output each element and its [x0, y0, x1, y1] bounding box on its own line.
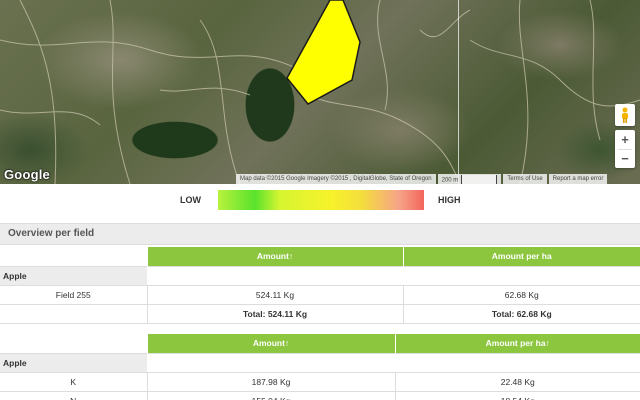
table-row: K 187.98 Kg 22.48 Kg [0, 372, 640, 392]
scale-bar-icon [461, 175, 498, 184]
total-amount-per-ha: Total: 62.68 Kg [402, 304, 640, 324]
map-attribution-bar: Map data ©2015 Google Imagery ©2015 , Di… [236, 174, 640, 184]
zoom-out-button[interactable]: − [615, 150, 635, 169]
group-row: Apple [0, 265, 640, 286]
row-amount-per-ha: 18.54 Kg [394, 391, 640, 400]
total-blank [0, 304, 147, 324]
legend-gradient-bar [218, 190, 424, 210]
table-row: N 155.04 Kg 18.54 Kg [0, 391, 640, 400]
field-polygon [286, 0, 361, 105]
group-row: Apple [0, 352, 640, 373]
map-view[interactable]: Google Map data ©2015 Google Imagery ©20… [0, 0, 640, 184]
zoom-control: + − [615, 130, 635, 168]
map-satellite-imagery [0, 0, 640, 184]
map-scale-label: 200 m [441, 177, 459, 184]
column-header-amount[interactable]: Amount↑ [146, 247, 403, 266]
column-header-amount-per-ha[interactable]: Amount per ha [402, 247, 640, 266]
nutrient-overview-table: Amount↑ Amount per ha↑ Apple K 187.98 Kg… [0, 334, 640, 400]
group-blank [147, 265, 640, 286]
google-logo: Google [4, 167, 50, 182]
header-blank [0, 334, 147, 353]
field-overview-table: Amount↑ Amount per ha Apple Field 255 52… [0, 247, 640, 324]
column-header-amount[interactable]: Amount↑ [146, 334, 395, 353]
row-amount-per-ha: 62.68 Kg [402, 285, 640, 305]
column-header-amount-per-ha[interactable]: Amount per ha↑ [394, 334, 640, 353]
row-amount: 155.04 Kg [146, 391, 395, 400]
terms-of-use-link[interactable]: Terms of Use [503, 174, 547, 184]
zoom-in-button[interactable]: + [615, 130, 635, 149]
table-row: Field 255 524.11 Kg 62.68 Kg [0, 285, 640, 305]
row-name: K [0, 372, 147, 392]
header-blank [0, 247, 147, 266]
legend-low-label: LOW [180, 195, 201, 205]
group-label: Apple [0, 352, 147, 373]
street-view-pegman-icon[interactable] [615, 104, 635, 126]
map-boundary-line [458, 0, 459, 184]
map-scale: 200 m [437, 174, 502, 184]
group-label: Apple [0, 265, 147, 286]
overview-section-title: Overview per field [0, 223, 640, 245]
report-map-error-link[interactable]: Report a map error [548, 174, 608, 184]
row-name: N [0, 391, 147, 400]
total-amount: Total: 524.11 Kg [146, 304, 403, 324]
total-row: Total: 524.11 Kg Total: 62.68 Kg [0, 304, 640, 324]
row-amount: 524.11 Kg [146, 285, 403, 305]
row-amount: 187.98 Kg [146, 372, 395, 392]
legend-high-label: HIGH [438, 195, 461, 205]
row-amount-per-ha: 22.48 Kg [394, 372, 640, 392]
row-name: Field 255 [0, 285, 147, 305]
map-data-attribution: Map data ©2015 Google Imagery ©2015 , Di… [236, 174, 436, 184]
table-header-row: Amount↑ Amount per ha [0, 247, 640, 266]
table-header-row: Amount↑ Amount per ha↑ [0, 334, 640, 353]
group-blank [147, 352, 640, 373]
value-legend: LOW HIGH [0, 190, 640, 210]
